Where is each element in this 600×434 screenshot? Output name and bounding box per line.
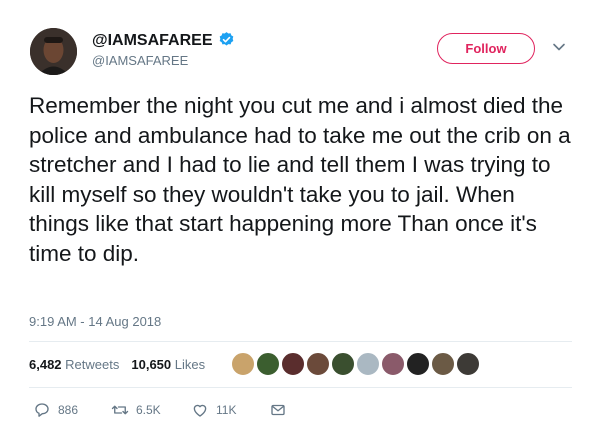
liker-avatar[interactable] bbox=[331, 352, 355, 376]
divider bbox=[29, 387, 572, 388]
retweets-count: 6,482 bbox=[29, 357, 62, 372]
liker-avatar[interactable] bbox=[281, 352, 305, 376]
chevron-down-icon[interactable] bbox=[552, 40, 566, 54]
direct-message-action[interactable] bbox=[269, 401, 294, 419]
liker-avatar[interactable] bbox=[356, 352, 380, 376]
reply-action[interactable]: 886 bbox=[33, 401, 111, 419]
follow-button[interactable]: Follow bbox=[437, 33, 535, 64]
reply-icon bbox=[35, 403, 49, 417]
verified-badge-icon bbox=[219, 32, 233, 46]
display-name-text: @IAMSAFAREE bbox=[92, 32, 213, 49]
liker-avatar[interactable] bbox=[406, 352, 430, 376]
liker-avatar[interactable] bbox=[256, 352, 280, 376]
liker-avatar[interactable] bbox=[456, 352, 480, 376]
heart-icon bbox=[193, 404, 207, 417]
likes-label: Likes bbox=[174, 357, 206, 372]
tweet-stats: 6,482 Retweets 10,650 Likes bbox=[29, 357, 205, 372]
tweet-timestamp[interactable]: 9:19 AM - 14 Aug 2018 bbox=[29, 314, 161, 329]
retweet-icon bbox=[111, 405, 129, 415]
avatar[interactable] bbox=[30, 28, 77, 75]
divider bbox=[29, 341, 572, 342]
likes-stat[interactable]: 10,650 Likes bbox=[131, 357, 205, 372]
liker-avatar[interactable] bbox=[431, 352, 455, 376]
retweet-count: 6.5K bbox=[136, 403, 161, 417]
liker-avatar[interactable] bbox=[381, 352, 405, 376]
like-action[interactable]: 11K bbox=[191, 401, 269, 419]
liker-avatar[interactable] bbox=[231, 352, 255, 376]
retweet-action[interactable]: 6.5K bbox=[111, 401, 191, 419]
retweets-label: Retweets bbox=[65, 357, 120, 372]
retweets-stat[interactable]: 6,482 Retweets bbox=[29, 357, 119, 372]
liker-avatars bbox=[231, 352, 481, 376]
tweet-actions: 886 6.5K 11K bbox=[33, 400, 294, 420]
reply-count: 886 bbox=[58, 403, 79, 417]
tweet-text: Remember the night you cut me and i almo… bbox=[29, 93, 571, 266]
likes-count: 10,650 bbox=[131, 357, 172, 372]
display-name[interactable]: @IAMSAFAREE bbox=[92, 31, 235, 50]
tweet-card: @IAMSAFAREE @IAMSAFAREE Follow Remember … bbox=[0, 0, 600, 434]
envelope-icon bbox=[271, 404, 285, 416]
user-handle[interactable]: @IAMSAFAREE bbox=[92, 53, 188, 68]
like-count: 11K bbox=[216, 403, 237, 417]
liker-avatar[interactable] bbox=[306, 352, 330, 376]
